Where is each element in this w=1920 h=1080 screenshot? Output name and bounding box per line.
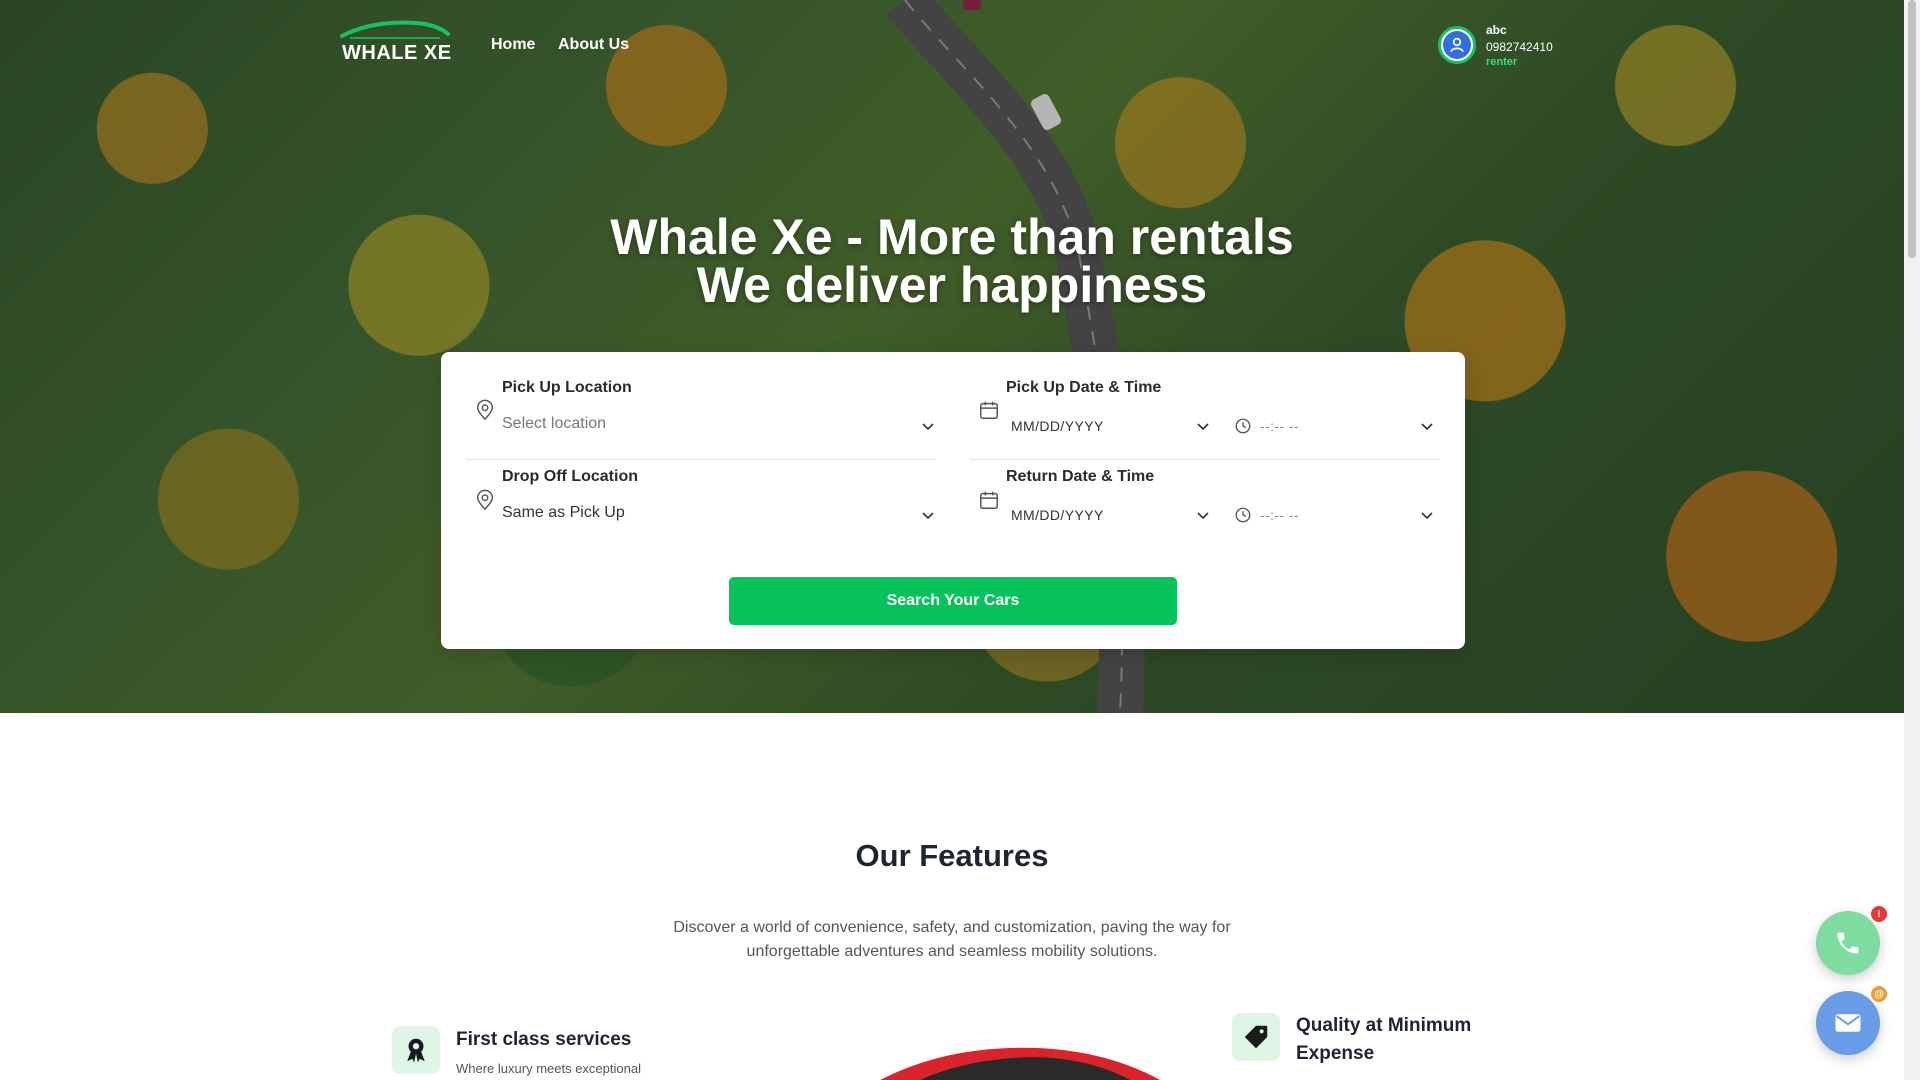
mail-icon: [1835, 1014, 1861, 1032]
mail-notification-badge: @: [1871, 986, 1887, 1002]
features-description: Discover a world of convenience, safety,…: [652, 916, 1252, 964]
search-cars-button[interactable]: Search Your Cars: [729, 577, 1177, 625]
features-description-line2: unforgettable adventures and seamless mo…: [746, 943, 1158, 960]
tag-icon: [1244, 1025, 1268, 1049]
map-pin-icon: [476, 399, 494, 421]
scrollbar[interactable]: [1904, 0, 1920, 1080]
user-name: abc: [1486, 23, 1507, 37]
feature-icon-box: [392, 1026, 440, 1074]
nav-home-link[interactable]: Home: [491, 36, 535, 54]
return-datetime-label: Return Date & Time: [1006, 468, 1155, 485]
pickup-date-input[interactable]: MM/DD/YYYY: [1011, 418, 1104, 434]
logo-text: WHALE XE: [342, 42, 452, 64]
return-date-input[interactable]: MM/DD/YYYY: [1011, 507, 1104, 523]
feature-subtitle: Where luxury meets exceptional: [456, 1061, 641, 1076]
dropoff-location-field[interactable]: Drop Off Location Same as Pick Up: [466, 460, 936, 540]
phone-notification-badge: !: [1871, 906, 1887, 922]
red-car-image: [880, 1047, 1160, 1080]
clock-icon: [1235, 507, 1251, 523]
pickup-datetime-field: Pick Up Date & Time MM/DD/YYYY --:-- --: [970, 352, 1440, 460]
chevron-down-icon[interactable]: [1195, 418, 1211, 434]
pickup-location-select[interactable]: Select location: [502, 415, 606, 433]
avatar[interactable]: [1438, 26, 1476, 64]
chevron-down-icon[interactable]: [1419, 507, 1435, 523]
logo-swoosh-icon: [340, 20, 450, 39]
chevron-down-icon[interactable]: [1419, 418, 1435, 434]
return-time-input[interactable]: --:-- --: [1260, 507, 1299, 523]
hero-title-line1: Whale Xe - More than rentals: [610, 209, 1294, 265]
calendar-icon: [980, 491, 998, 509]
chevron-down-icon[interactable]: [1195, 507, 1211, 523]
dropoff-location-select[interactable]: Same as Pick Up: [502, 504, 625, 522]
search-form: Pick Up Location Select location Pick Up…: [441, 352, 1465, 649]
hero-title: Whale Xe - More than rentals We deliver …: [0, 209, 1904, 313]
dropoff-location-label: Drop Off Location: [502, 468, 638, 485]
feature-title: First class services: [456, 1029, 632, 1050]
features-title: Our Features: [855, 838, 1049, 873]
mail-contact-button[interactable]: [1816, 991, 1880, 1055]
nav-about-link[interactable]: About Us: [558, 36, 629, 54]
phone-icon: [1837, 932, 1859, 954]
user-profile[interactable]: abc 0982742410 renter: [1438, 22, 1578, 72]
pickup-location-field[interactable]: Pick Up Location Select location: [466, 352, 936, 460]
logo[interactable]: WHALE XE: [338, 20, 453, 65]
feature-title: Quality at Minimum Expense: [1296, 1012, 1471, 1068]
feature-title-line1: Quality at Minimum: [1296, 1015, 1472, 1036]
scrollbar-thumb[interactable]: [1908, 0, 1916, 258]
chevron-down-icon[interactable]: [920, 418, 936, 434]
return-datetime-field: Return Date & Time MM/DD/YYYY --:-- --: [970, 460, 1440, 540]
features-description-line1: Discover a world of convenience, safety,…: [673, 919, 1231, 936]
chevron-down-icon[interactable]: [920, 507, 936, 523]
calendar-icon: [980, 401, 998, 419]
pickup-time-input[interactable]: --:-- --: [1260, 418, 1299, 434]
user-icon: [1450, 37, 1464, 53]
clock-icon: [1235, 418, 1251, 434]
pickup-datetime-label: Pick Up Date & Time: [1006, 379, 1162, 396]
award-icon: [407, 1038, 425, 1063]
phone-contact-button[interactable]: [1816, 911, 1880, 975]
feature-icon-box: [1232, 1013, 1280, 1061]
map-pin-icon: [476, 489, 494, 511]
pickup-location-label: Pick Up Location: [502, 379, 632, 396]
user-role: renter: [1486, 56, 1518, 68]
feature-title-line2: Expense: [1296, 1043, 1375, 1064]
user-phone: 0982742410: [1486, 40, 1553, 54]
hero-title-line2: We deliver happiness: [696, 257, 1208, 313]
